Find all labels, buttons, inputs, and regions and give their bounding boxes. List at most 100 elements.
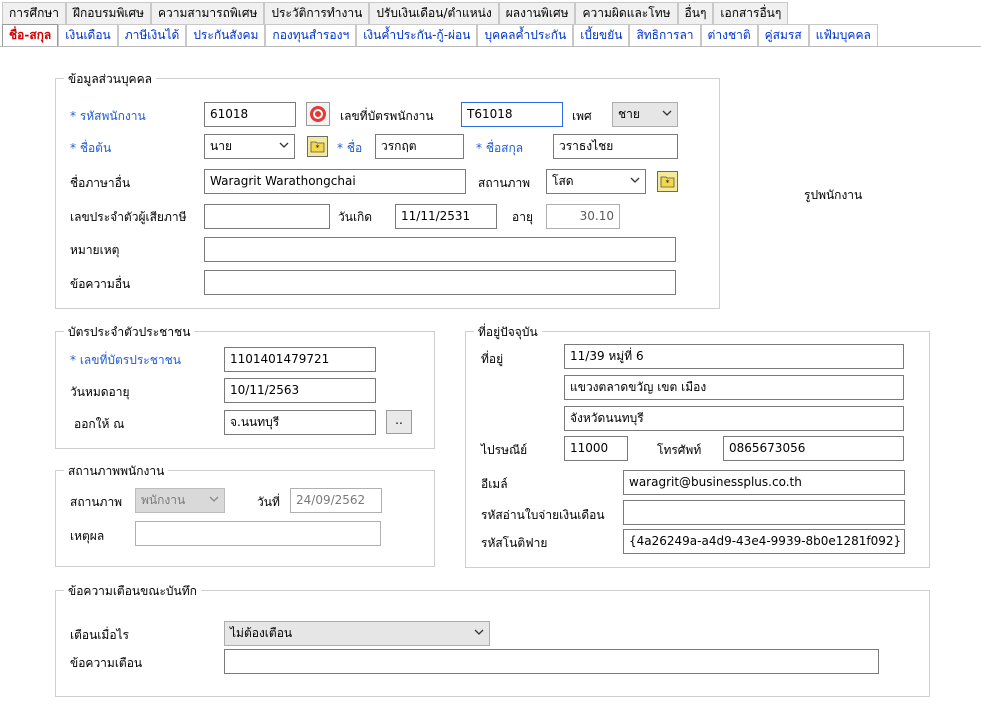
id-card-label: เลขที่บัตรพนักงาน: [340, 109, 434, 123]
birth-label: วันเกิด: [338, 210, 373, 224]
warning-legend: ข้อความเตือนขณะบันทึก: [64, 582, 201, 601]
warning-when-value: ไม่ต้องเตือน: [230, 626, 293, 640]
address-line2-field[interactable]: แขวงตลาดขวัญ เขต เมือง: [564, 375, 904, 400]
tab-top-5[interactable]: ผลงานพิเศษ: [498, 2, 576, 24]
marital-label: สถานภาพ: [478, 176, 531, 190]
chevron-down-icon: [474, 629, 484, 635]
tab-top-2[interactable]: ความสามารถพิเศษ: [151, 2, 265, 24]
tab-bottom-3[interactable]: ประกันสังคม: [186, 24, 266, 46]
note-field[interactable]: [204, 237, 676, 262]
status-date-label: วันที่: [257, 495, 280, 509]
target-icon[interactable]: [306, 102, 330, 126]
chevron-down-icon: [630, 177, 640, 183]
tab-top-4[interactable]: ปรับเงินเดือน/ตำแหน่ง: [369, 2, 499, 24]
status-group: สถานภาพ พนักงาน: [55, 462, 435, 567]
tab-top-0[interactable]: การศึกษา: [2, 2, 66, 24]
birth-field[interactable]: 11/11/2531: [395, 204, 497, 229]
note-label: หมายเหตุ: [70, 243, 120, 257]
tab-row-bottom: ชื่อ-สกุล เงินเดือน ภาษีเงินได้ ประกันสังคม…: [2, 24, 981, 46]
idcard-legend: บัตรประจำตัวประชาชน: [64, 323, 195, 342]
tab-bottom-4[interactable]: กองทุนสำรองฯ: [265, 24, 357, 46]
status-legend: สถานภาพพนักงาน: [64, 462, 169, 481]
reason-label: เหตุผล: [70, 529, 105, 543]
tab-bottom-9[interactable]: ต่างชาติ: [700, 24, 758, 46]
tab-top-1[interactable]: ฝึกอบรมพิเศษ: [65, 2, 151, 24]
folder-icon[interactable]: *: [307, 136, 328, 157]
tab-baseline: [0, 46, 981, 47]
address-label: ที่อยู่: [481, 352, 504, 366]
status-value: พนักงาน: [141, 493, 186, 507]
last-name-label: * ชื่อสกุล: [476, 141, 524, 155]
warning-group: ข้อความเตือนขณะบันทึก: [55, 582, 930, 697]
prefix-select[interactable]: นาย: [204, 134, 295, 159]
other-msg-field[interactable]: [204, 270, 676, 295]
emp-code-label: * รหัสพนักงาน: [70, 109, 146, 123]
idcard-number-field[interactable]: 1101401479721: [224, 347, 376, 372]
marital-value: โสด: [552, 174, 574, 188]
marital-select[interactable]: โสด: [546, 169, 646, 194]
tax-id-label: เลขประจำตัวผู้เสียภาษี: [70, 210, 187, 224]
tab-top-3[interactable]: ประวัติการทำงาน: [264, 2, 370, 24]
tab-top-6[interactable]: ความผิดและโทษ: [575, 2, 678, 24]
last-name-field[interactable]: วราธงไชย: [553, 134, 678, 159]
idcard-expire-label: วันหมดอายุ: [70, 385, 130, 399]
status-date-field: 24/09/2562: [290, 488, 382, 513]
payslip-label: รหัสอ่านใบจ่ายเงินเดือน: [481, 508, 605, 522]
notify-label: รหัสโนติฟาย: [481, 536, 548, 550]
first-name-field[interactable]: วรกฤต: [375, 134, 464, 159]
tab-top-8[interactable]: เอกสารอื่นๆ: [713, 2, 789, 24]
prefix-value: นาย: [210, 139, 232, 153]
age-label: อายุ: [512, 210, 533, 224]
address-legend: ที่อยู่ปัจจุบัน: [474, 323, 542, 342]
personal-info-legend: ข้อมูลส่วนบุคคล: [64, 70, 156, 89]
idcard-expire-field[interactable]: 10/11/2563: [224, 378, 376, 403]
photo-label: รูปพนักงาน: [804, 188, 863, 202]
sex-select[interactable]: ชาย: [612, 102, 678, 127]
idcard-number-label: * เลขที่บัตรประชาชน: [70, 353, 181, 367]
email-field[interactable]: waragrit@businessplus.co.th: [623, 470, 905, 495]
tax-id-field[interactable]: [204, 204, 330, 229]
other-lang-field[interactable]: Waragrit Warathongchai: [204, 169, 466, 194]
tab-row-top: การศึกษา ฝึกอบรมพิเศษ ความสามารถพิเศษ ประวั…: [2, 2, 981, 24]
first-name-label: * ชื่อ: [337, 141, 363, 155]
payslip-field[interactable]: [623, 500, 905, 525]
tab-bottom-1[interactable]: เงินเดือน: [58, 24, 118, 46]
tab-bottom-11[interactable]: แฟ้มบุคคล: [808, 24, 878, 46]
zip-field[interactable]: 11000: [564, 436, 628, 461]
email-label: อีเมล์: [481, 477, 508, 491]
tab-bottom-5[interactable]: เงินค้ำประกัน-กู้-ผ่อน: [356, 24, 478, 46]
address-line3-field[interactable]: จังหวัดนนทบุรี: [564, 406, 904, 431]
notify-field[interactable]: {4a26249a-a4d9-43e4-9939-8b0e1281f092}: [623, 529, 905, 554]
other-msg-label: ข้อความอื่น: [70, 277, 131, 291]
emp-code-field[interactable]: 61018: [204, 102, 296, 127]
status-select: พนักงาน: [135, 488, 225, 513]
idcard-issued-label: ออกให้ ณ: [74, 417, 125, 431]
address-line1-field[interactable]: 11/39 หมู่ที่ 6: [564, 344, 904, 369]
tab-bottom-8[interactable]: สิทธิการลา: [629, 24, 701, 46]
idcard-browse-button[interactable]: ..: [386, 410, 412, 434]
zip-label: ไปรษณีย์: [481, 443, 528, 457]
tab-bottom-7[interactable]: เบี้ยขยัน: [573, 24, 630, 46]
reason-field[interactable]: [135, 521, 381, 546]
chevron-down-icon: [662, 110, 672, 116]
warning-when-select[interactable]: ไม่ต้องเตือน: [224, 621, 490, 646]
id-card-field[interactable]: T61018: [461, 102, 563, 127]
phone-field[interactable]: 0865673056: [723, 436, 904, 461]
svg-text:*: *: [316, 144, 320, 153]
warning-msg-label: ข้อความเตือน: [70, 656, 143, 670]
idcard-issued-field[interactable]: จ.นนทบุรี: [224, 410, 376, 435]
sex-value: ชาย: [618, 107, 640, 121]
tab-top-7[interactable]: อื่นๆ: [677, 2, 714, 24]
folder-icon[interactable]: *: [657, 171, 678, 192]
tab-bottom-0[interactable]: ชื่อ-สกุล: [2, 24, 59, 46]
tab-bottom-6[interactable]: บุคคลค้ำประกัน: [477, 24, 574, 46]
chevron-down-icon: [209, 496, 219, 502]
svg-text:*: *: [666, 179, 670, 188]
prefix-label: * ชื่อต้น: [70, 141, 112, 155]
phone-label: โทรศัพท์: [657, 443, 702, 457]
other-lang-label: ชื่อภาษาอื่น: [70, 176, 131, 190]
warning-msg-field[interactable]: [224, 649, 879, 674]
tab-bottom-2[interactable]: ภาษีเงินได้: [117, 24, 187, 46]
sex-label: เพศ: [572, 109, 592, 123]
tab-bottom-10[interactable]: คู่สมรส: [757, 24, 809, 46]
